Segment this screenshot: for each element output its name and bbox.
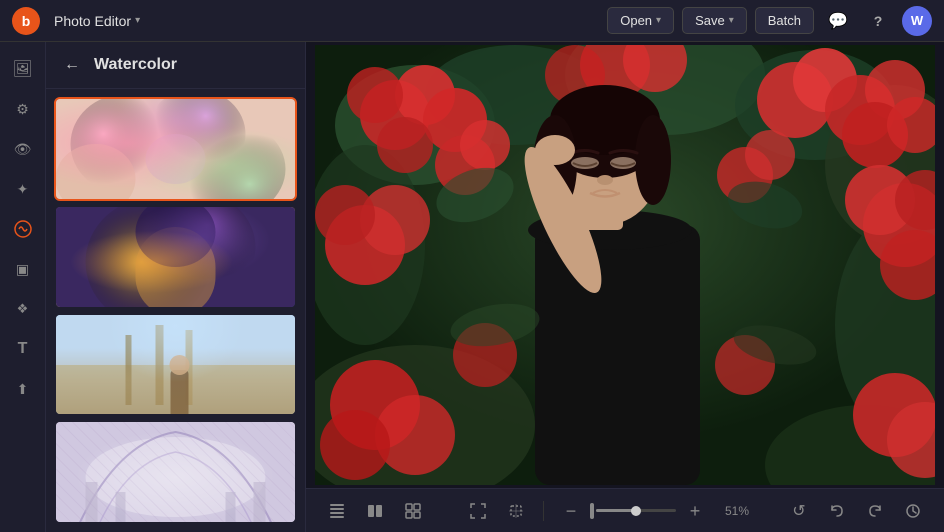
- zoom-in-icon: +: [690, 502, 701, 520]
- crop-button[interactable]: [501, 496, 531, 526]
- sidebar-item-eye[interactable]: 👁: [6, 132, 40, 166]
- batch-button[interactable]: Batch: [755, 7, 814, 34]
- effect-thumbnail-3: [56, 315, 295, 417]
- open-chevron-icon: ▾: [656, 15, 661, 26]
- zoom-in-button[interactable]: +: [680, 496, 710, 526]
- sidebar-item-image[interactable]: 🖼: [6, 52, 40, 86]
- crop-icon: [507, 502, 525, 520]
- sidebar-item-magic[interactable]: ✦: [6, 172, 40, 206]
- toolbar-left-group: [322, 496, 428, 526]
- image-icon: 🖼: [12, 59, 32, 79]
- effect-item-2[interactable]: Watercolor DLX 2: [54, 205, 297, 309]
- effect-item-4[interactable]: Watercolor DLX 4: [54, 420, 297, 524]
- rotate-button[interactable]: ↺: [784, 496, 814, 526]
- compare-button[interactable]: [360, 496, 390, 526]
- app-title-label: Photo Editor: [54, 13, 131, 29]
- history-button[interactable]: [898, 496, 928, 526]
- zoom-track[interactable]: [596, 509, 676, 512]
- undo-icon: [828, 502, 846, 520]
- panel-title: Watercolor: [94, 56, 177, 74]
- help-button[interactable]: ?: [862, 5, 894, 37]
- grid-button[interactable]: [398, 496, 428, 526]
- zoom-slider[interactable]: [590, 503, 676, 519]
- effects-icon: [13, 219, 33, 239]
- open-button[interactable]: Open ▾: [607, 7, 674, 34]
- photo-image: [315, 45, 935, 485]
- effect-thumbnail-4: [56, 422, 295, 524]
- canvas-container: [306, 42, 944, 488]
- separator-1: [543, 501, 544, 521]
- icon-sidebar: 🖼 ⚙ 👁 ✦ ▣ ❖ T ⬆: [0, 42, 46, 532]
- save-chevron-icon: ▾: [729, 15, 734, 26]
- title-chevron-icon: ▾: [135, 15, 140, 26]
- compare-icon: [366, 502, 384, 520]
- undo-button[interactable]: [822, 496, 852, 526]
- effects-panel: ← Watercolor: [46, 42, 306, 532]
- sidebar-item-effects[interactable]: [6, 212, 40, 246]
- magic-icon: ✦: [17, 181, 29, 198]
- panel-header: ← Watercolor: [46, 42, 305, 89]
- sidebar-item-overlay[interactable]: ❖: [6, 292, 40, 326]
- bottom-toolbar: − + 51% ↺: [306, 488, 944, 532]
- zoom-controls: − + 51%: [556, 496, 749, 526]
- eye-icon: 👁: [14, 141, 32, 158]
- adjustments-icon: ⚙: [16, 101, 29, 118]
- expand-icon: [469, 502, 487, 520]
- zoom-percent-label: 51%: [714, 504, 749, 518]
- help-icon: ?: [874, 13, 883, 29]
- effect-thumbnail-2: [56, 207, 295, 309]
- zoom-fill: [596, 509, 636, 512]
- user-avatar[interactable]: W: [902, 6, 932, 36]
- toolbar-right-group: ↺: [784, 496, 928, 526]
- zoom-out-button[interactable]: −: [556, 496, 586, 526]
- effect-thumbnail-1: [56, 99, 295, 201]
- text-icon: T: [18, 340, 28, 358]
- rotate-icon: ↺: [792, 501, 805, 521]
- chat-icon: 💬: [828, 11, 848, 31]
- effect-item-3[interactable]: Watercolor DLX 3: [54, 313, 297, 417]
- layers-button[interactable]: [322, 496, 352, 526]
- frame-icon: ▣: [16, 261, 29, 278]
- redo-button[interactable]: [860, 496, 890, 526]
- canvas-area: − + 51% ↺: [306, 42, 944, 532]
- sidebar-item-text[interactable]: T: [6, 332, 40, 366]
- toolbar-center-group: − + 51%: [463, 496, 749, 526]
- expand-button[interactable]: [463, 496, 493, 526]
- effect-item-1[interactable]: Watercolor DLX 1: [54, 97, 297, 201]
- redo-icon: [866, 502, 884, 520]
- topbar: b Photo Editor ▾ Open ▾ Save ▾ Batch 💬 ?…: [0, 0, 944, 42]
- back-button[interactable]: ←: [60, 54, 84, 76]
- grid-icon: [404, 502, 422, 520]
- layers-icon: [328, 502, 346, 520]
- photo-canvas: [315, 45, 935, 485]
- history-icon: [904, 502, 922, 520]
- sidebar-item-adjustments[interactable]: ⚙: [6, 92, 40, 126]
- export-icon: ⬆: [17, 381, 29, 398]
- chat-button[interactable]: 💬: [822, 5, 854, 37]
- main-area: 🖼 ⚙ 👁 ✦ ▣ ❖ T ⬆: [0, 42, 944, 532]
- app-title-dropdown[interactable]: Photo Editor ▾: [48, 9, 146, 33]
- app-logo: b: [12, 7, 40, 35]
- zoom-out-icon: −: [566, 502, 577, 520]
- overlay-icon: ❖: [17, 301, 29, 317]
- sidebar-item-frame[interactable]: ▣: [6, 252, 40, 286]
- zoom-bar-indicator: [590, 503, 594, 519]
- zoom-thumb: [631, 506, 641, 516]
- effects-list: Watercolor DLX 1: [46, 89, 305, 532]
- sidebar-item-export[interactable]: ⬆: [6, 372, 40, 406]
- save-button[interactable]: Save ▾: [682, 7, 747, 34]
